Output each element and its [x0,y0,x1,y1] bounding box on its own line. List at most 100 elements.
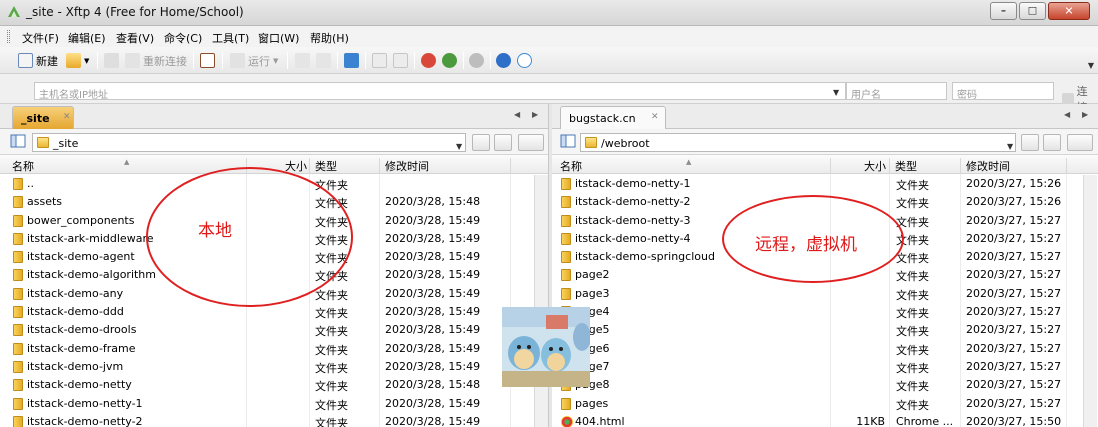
tab-scroll-left-icon[interactable]: ◀ [514,110,520,119]
remote-vertical-scrollbar[interactable] [1083,175,1097,427]
menu-tools[interactable]: 工具(T) [212,30,249,46]
local-path-dropdown-icon[interactable]: ▼ [456,142,462,151]
local-refresh-button[interactable] [494,134,512,151]
folder-icon [561,178,571,190]
local-vertical-scrollbar[interactable] [534,175,548,427]
xmanager-button[interactable] [442,52,457,69]
col-modified-header[interactable]: 修改时间 [966,158,1010,174]
col-name-header[interactable]: 名称 [560,158,582,174]
file-row[interactable]: page7 文件夹 2020/3/27, 15:27 [552,358,1098,376]
password-input[interactable]: 密码 [952,82,1054,101]
folder-icon [13,397,23,410]
maximize-button[interactable]: □ [1019,2,1046,20]
chat-button[interactable] [517,52,532,69]
run-label: 运行 [248,54,270,68]
remote-path-text: /webroot [601,137,650,150]
remote-view-toggle-icon[interactable] [560,134,579,151]
reconnect-button[interactable]: 重新连接 [125,52,187,69]
col-size-header[interactable]: 大小 [864,158,886,174]
file-row[interactable]: itstack-demo-netty-1 文件夹 2020/3/27, 15:26 [552,175,1098,193]
properties-button[interactable] [200,52,215,69]
local-annotation-circle [146,167,353,307]
col-type-header[interactable]: 类型 [315,158,337,174]
menu-help[interactable]: 帮助(H) [310,30,349,46]
remote-path-dropdown-icon[interactable]: ▼ [1007,142,1013,151]
col-name-header[interactable]: 名称 [12,158,34,174]
disconnect-button[interactable] [104,52,119,69]
col-type-header[interactable]: 类型 [895,158,917,174]
tab-scroll-right-icon[interactable]: ▶ [1082,110,1088,119]
paste-button[interactable] [393,52,408,69]
minimize-button[interactable]: – [990,2,1017,20]
file-modified: 2020/3/28, 15:49 [385,213,481,227]
remote-refresh-button[interactable] [1043,134,1061,151]
file-row[interactable]: page4 文件夹 2020/3/27, 15:27 [552,303,1098,321]
tab-scroll-right-icon[interactable]: ▶ [532,110,538,119]
file-name: page3 [575,286,610,300]
xshell-button[interactable] [421,52,436,69]
local-view-toggle-icon[interactable] [10,134,29,151]
file-type: 文件夹 [315,416,348,427]
close-button[interactable]: ✕ [1048,2,1090,20]
file-row[interactable]: pages 文件夹 2020/3/27, 15:27 [552,395,1098,413]
file-row[interactable]: 404.html 11KB Chrome ... 2020/3/27, 15:50 [552,413,1098,427]
new-session-button[interactable]: 新建 [18,52,58,69]
file-type: 文件夹 [896,361,929,375]
back-button[interactable] [295,52,310,69]
address-bar: 主机名或IP地址 ▼ 用户名 密码 连接 [0,74,1098,114]
file-modified: 2020/3/28, 15:49 [385,359,481,373]
tab-local-site[interactable]: _site ✕ [12,106,74,129]
file-row[interactable]: page5 文件夹 2020/3/27, 15:27 [552,321,1098,339]
menu-edit[interactable]: 编辑(E) [68,30,106,46]
refresh-button[interactable] [344,52,359,69]
tab-close-icon[interactable]: ✕ [651,112,659,122]
host-input[interactable]: 主机名或IP地址 [34,82,846,101]
file-row[interactable]: page3 文件夹 2020/3/27, 15:27 [552,285,1098,303]
file-row[interactable]: page6 文件夹 2020/3/27, 15:27 [552,340,1098,358]
folder-icon [13,269,23,282]
file-row[interactable]: itstack-demo-jvm 文件夹 2020/3/28, 15:49 [0,358,548,376]
forward-button[interactable] [316,52,331,69]
file-row[interactable]: itstack-demo-frame 文件夹 2020/3/28, 15:49 [0,340,548,358]
local-up-folder-button[interactable] [472,134,490,151]
menu-command[interactable]: 命令(C) [164,30,202,46]
remote-view-menu-button[interactable] [1067,134,1093,151]
title-bar: _site - Xftp 4 (Free for Home/School) – … [0,0,1098,26]
settings-button[interactable] [469,52,484,69]
tab-remote-bugstack[interactable]: bugstack.cn ✕ [560,106,666,129]
local-view-menu-button[interactable] [518,134,544,151]
file-modified: 2020/3/28, 15:49 [385,414,481,427]
tab-close-icon[interactable]: ✕ [63,112,71,122]
file-row[interactable]: page8 文件夹 2020/3/27, 15:27 [552,376,1098,394]
file-row[interactable]: itstack-demo-drools 文件夹 2020/3/28, 15:49 [0,321,548,339]
file-modified: 2020/3/28, 15:49 [385,305,481,319]
file-name: itstack-demo-algorithm [27,268,156,282]
tab-scroll-left-icon[interactable]: ◀ [1064,110,1070,119]
host-dropdown-icon[interactable]: ▼ [833,88,839,97]
menu-view[interactable]: 查看(V) [116,30,154,46]
file-row[interactable]: itstack-demo-netty-1 文件夹 2020/3/28, 15:49 [0,395,548,413]
back-arrow-icon [295,53,310,68]
copy-button[interactable] [372,52,387,69]
file-modified: 2020/3/28, 15:49 [385,341,481,355]
menu-file[interactable]: 文件(F) [22,30,59,46]
new-session-label: 新建 [36,54,58,68]
col-modified-header[interactable]: 修改时间 [385,158,429,174]
toolbar-overflow-icon[interactable]: ▼ [1088,61,1094,70]
run-button[interactable]: 运行 ▼ [230,52,278,69]
help-button[interactable] [496,52,511,69]
username-input[interactable]: 用户名 [846,82,947,101]
menu-window[interactable]: 窗口(W) [258,30,299,46]
local-path-bar: _site ▼ [0,129,548,155]
local-path-select[interactable]: _site [32,133,466,152]
remote-up-folder-button[interactable] [1021,134,1039,151]
file-row[interactable]: itstack-demo-netty-2 文件夹 2020/3/28, 15:49 [0,413,548,427]
remote-path-select[interactable]: /webroot [580,133,1016,152]
open-folder-button[interactable]: ▼ [66,52,89,69]
folder-icon [561,251,571,264]
file-type: 文件夹 [315,361,348,375]
folder-icon [13,306,23,319]
file-row[interactable]: itstack-demo-netty 文件夹 2020/3/28, 15:48 [0,376,548,394]
folder-icon [13,196,23,209]
file-row[interactable]: itstack-demo-ddd 文件夹 2020/3/28, 15:49 [0,303,548,321]
